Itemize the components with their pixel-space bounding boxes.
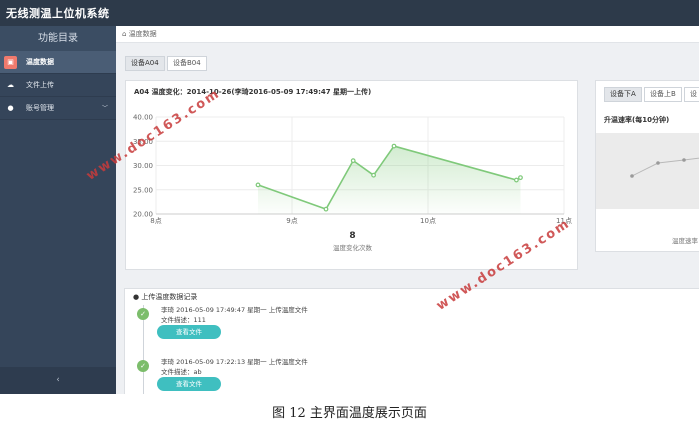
y-tick-label: 30.00 (133, 162, 153, 170)
change-count-value: 8 (349, 231, 356, 241)
app-title: 无线测温上位机系统 (6, 7, 110, 20)
entry-description: 文件描述：ab (161, 368, 202, 376)
upload-log-title: ● 上传温度数据记录 (133, 292, 197, 302)
entry-description: 文件描述：111 (161, 316, 206, 324)
sidebar-item-label: 文件上传 (26, 81, 54, 89)
breadcrumb: ⌂ 温度数据 (116, 26, 699, 43)
chevron-down-icon: ﹀ (101, 105, 108, 112)
tab-device-more[interactable]: 设 (684, 87, 699, 102)
tab-device-b04[interactable]: 设备B04 (167, 56, 207, 71)
home-icon: ⌂ (122, 30, 127, 38)
x-tick-label: 8点 (150, 217, 161, 225)
rate-chart-panel: 设备下A 设备上B 设 升温速率(每10分钟) 温度速率 (595, 80, 699, 252)
sidebar-item-label: 温度数据 (26, 58, 54, 66)
top-bar: 无线测温上位机系统 (0, 0, 699, 26)
rate-chart (630, 157, 699, 178)
tab-device-a04[interactable]: 设备A04 (125, 56, 165, 71)
data-point (350, 158, 356, 164)
figure-caption: 图 12 主界面温度展示页面 (272, 406, 427, 421)
change-count: 8 温度变化次数 (126, 231, 579, 252)
x-tick-label: 9点 (286, 217, 297, 225)
rate-point (656, 161, 660, 165)
data-point (371, 172, 377, 178)
x-tick-label: 10点 (420, 217, 436, 225)
check-icon: ✓ (137, 308, 149, 320)
tab-device-upper-b[interactable]: 设备上B (644, 87, 682, 102)
y-tick-label: 25.00 (133, 186, 153, 194)
tab-device-lower-a[interactable]: 设备下A (604, 87, 642, 102)
breadcrumb-label: 温度数据 (128, 30, 157, 38)
rate-chart-title: 升温速率(每10分钟) (604, 116, 670, 124)
y-tick-label: 40.00 (133, 114, 153, 122)
rate-chart-footer: 温度速率 (672, 237, 698, 245)
sidebar-heading: 功能目录 (0, 26, 116, 51)
user-icon: ● (7, 104, 14, 112)
sidebar-item-label: 账号管理 (26, 104, 54, 112)
sidebar-item-file-upload[interactable]: ☁ 文件上传 (0, 74, 116, 97)
main-content: ⌂ 温度数据 设备A04 设备B04 A04 温度变化：2014-10-26(李… (116, 26, 699, 394)
sidebar-item-temperature-data[interactable]: ▣ 温度数据 (0, 51, 116, 74)
upload-log: ● 上传温度数据记录 ✓ 李琦 2016-05-09 17:49:47 星期一 … (124, 288, 699, 394)
sidebar-item-account-management[interactable]: ● 账号管理 ﹀ (0, 97, 116, 120)
cloud-icon: ☁ (7, 81, 14, 89)
rate-chart-area (596, 133, 699, 209)
check-icon: ✓ (137, 360, 149, 372)
data-point (391, 143, 397, 149)
view-file-button[interactable]: 查看文件 (157, 325, 221, 339)
entry-meta: 李琦 2016-05-09 17:49:47 星期一 上传温度文件 (161, 306, 308, 314)
upload-log-title-text: 上传温度数据记录 (141, 293, 198, 301)
chevron-left-icon: ‹ (56, 375, 60, 385)
series-area (258, 146, 521, 214)
sidebar: 功能目录 ▣ 温度数据 ☁ 文件上传 ● 账号管理 ﹀ ‹ (0, 26, 116, 394)
data-point (323, 206, 329, 212)
rate-line (631, 157, 699, 177)
rate-point (682, 158, 686, 162)
temperature-chart: 20.0025.0030.0035.0040.008点 9点 10点 11点 (133, 114, 572, 226)
data-point (518, 175, 523, 181)
chart-title: A04 温度变化：2014-10-26(李琦2016-05-09 17:49:4… (134, 88, 372, 96)
sidebar-collapse-button[interactable]: ‹ (0, 367, 116, 394)
image-icon: ▣ (4, 56, 17, 69)
user-icon: ● (133, 293, 140, 301)
data-point (514, 177, 519, 183)
entry-meta: 李琦 2016-05-09 17:22:13 星期一 上传温度文件 (161, 358, 308, 366)
view-file-button[interactable]: 查看文件 (157, 377, 221, 391)
data-point (255, 182, 261, 188)
rate-point (630, 174, 634, 178)
